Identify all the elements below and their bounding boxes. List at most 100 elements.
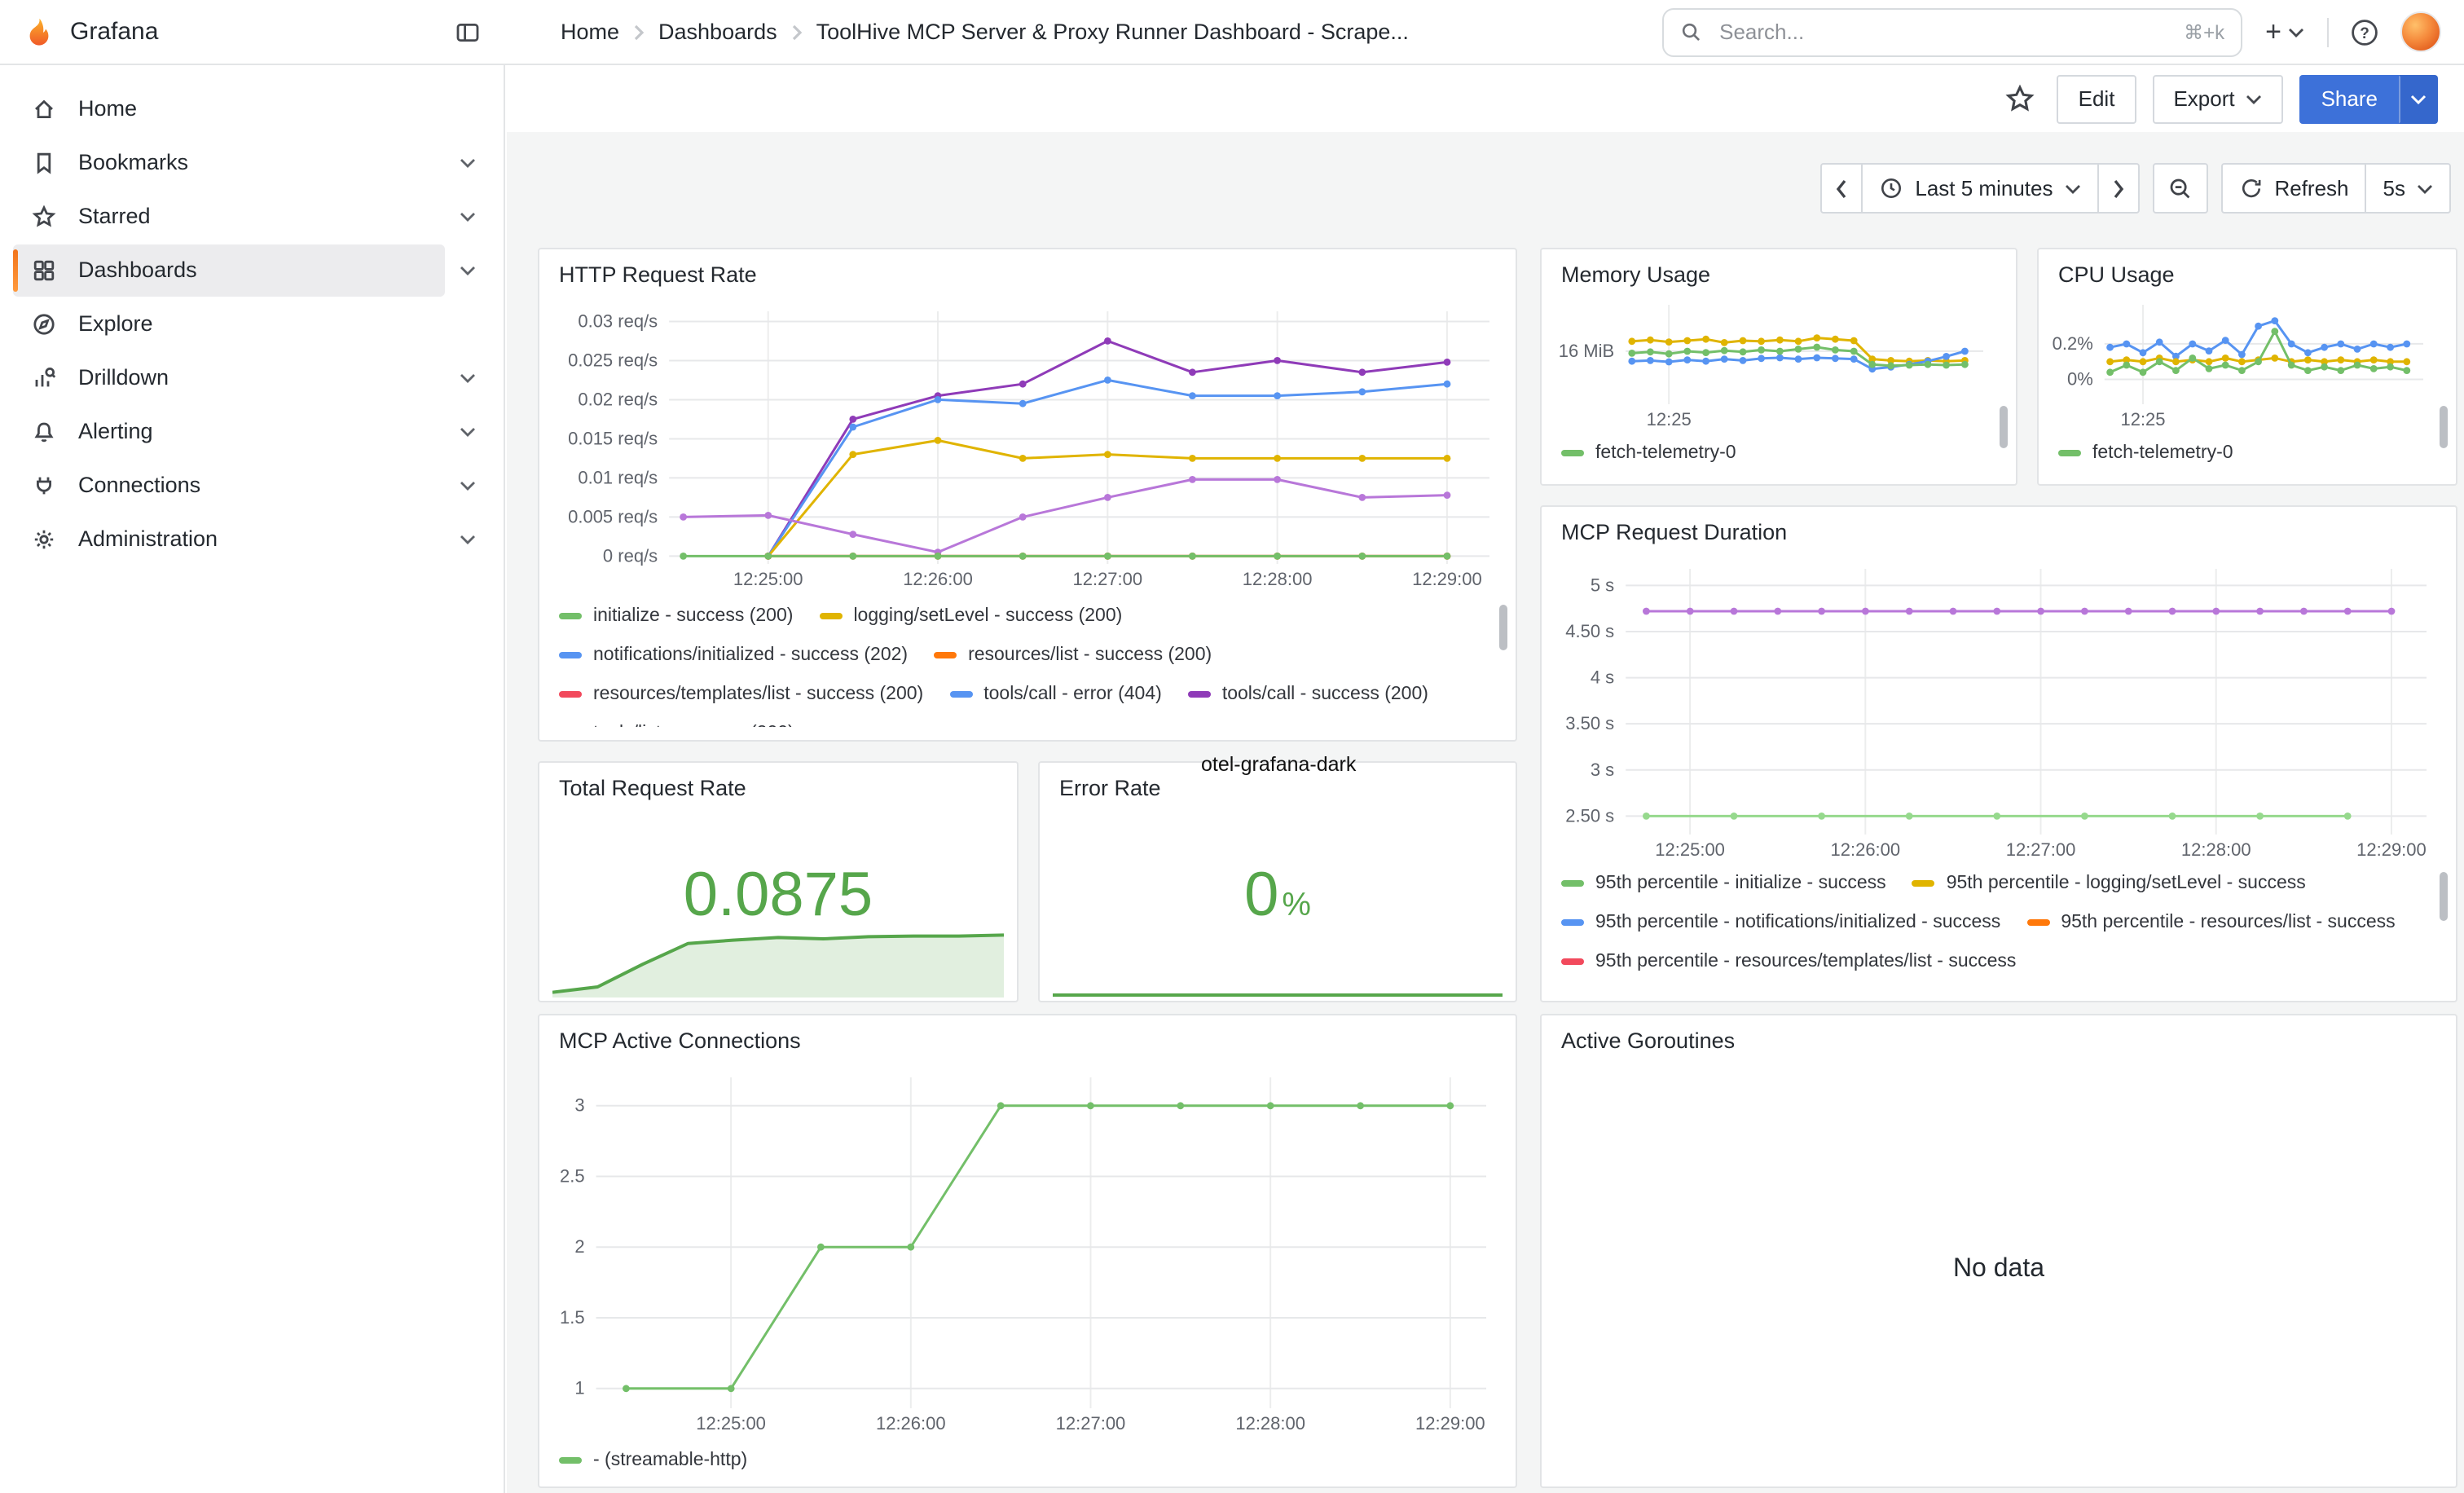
export-button[interactable]: Export	[2152, 74, 2283, 123]
user-avatar[interactable]	[2400, 11, 2441, 52]
legend-swatch	[1561, 958, 1584, 965]
panel-active-goroutines: Active Goroutines No data	[1540, 1014, 2457, 1488]
chevron-down-icon[interactable]	[445, 265, 491, 275]
legend-item[interactable]: 95th percentile - initialize - success	[1561, 872, 1886, 895]
zoom-out-button[interactable]	[2152, 163, 2207, 214]
search-input[interactable]	[1716, 18, 2171, 46]
legend-item[interactable]: tools/list - success (200)	[559, 722, 794, 727]
legend-label: fetch-telemetry-0	[1595, 442, 1736, 465]
legend-scrollbar[interactable]	[2000, 406, 2008, 448]
svg-text:2: 2	[574, 1236, 584, 1257]
chevron-down-icon[interactable]	[445, 157, 491, 167]
svg-text:4 s: 4 s	[1591, 667, 1614, 688]
svg-text:3 s: 3 s	[1591, 760, 1614, 780]
legend-scrollbar[interactable]	[2440, 406, 2448, 448]
legend-item[interactable]: fetch-telemetry-0	[2058, 442, 2233, 465]
chevron-down-icon[interactable]	[445, 426, 491, 436]
chevron-down-icon[interactable]	[445, 480, 491, 490]
svg-text:3.50 s: 3.50 s	[1565, 713, 1614, 733]
time-forward-button[interactable]	[2097, 163, 2139, 214]
legend-label: 95th percentile - resources/list - succe…	[2061, 911, 2395, 934]
sidebar-item-connections: Connections	[13, 458, 491, 512]
sidebar-item-home: Home	[13, 81, 491, 135]
search-box[interactable]: ⌘+k	[1662, 7, 2242, 56]
refresh-label: Refresh	[2274, 176, 2348, 200]
breadcrumb-home[interactable]: Home	[561, 20, 619, 44]
panel-title[interactable]: Memory Usage	[1561, 262, 1710, 287]
time-back-button[interactable]	[1820, 163, 1863, 214]
legend-item[interactable]: 95th percentile - resources/list - succe…	[2026, 911, 2395, 934]
sidebar-toggle-button[interactable]	[450, 14, 486, 50]
panel-title[interactable]: Active Goroutines	[1561, 1028, 1735, 1053]
legend-item[interactable]: tools/call - error (404)	[949, 683, 1162, 706]
mcp-request-duration-chart[interactable]: 12:25:0012:26:0012:27:0012:28:0012:29:00…	[1551, 559, 2440, 862]
sidebar-item-dashboards: Dashboards	[13, 243, 491, 297]
error-rate-sparkline	[1053, 978, 1503, 998]
bookmark-icon	[31, 149, 57, 175]
sidebar-item-dashboards-link[interactable]: Dashboards	[13, 244, 445, 296]
add-new-button[interactable]: +	[2259, 12, 2311, 51]
legend-scrollbar[interactable]	[2440, 872, 2448, 921]
brand[interactable]: Grafana	[23, 15, 158, 48]
legend-item[interactable]: resources/list - success (200)	[934, 644, 1212, 667]
breadcrumb-dashboards[interactable]: Dashboards	[658, 20, 777, 44]
cpu-usage-chart[interactable]: 12:250%0.2%	[2048, 295, 2436, 432]
legend-item[interactable]: initialize - success (200)	[559, 605, 793, 628]
legend-item[interactable]: 95th percentile - notifications/initiali…	[1561, 911, 2000, 934]
panel-title[interactable]: MCP Request Duration	[1561, 520, 1787, 544]
main-area: Edit Export Share	[507, 65, 2464, 1493]
svg-text:1.5: 1.5	[560, 1307, 585, 1328]
chevron-down-icon[interactable]	[445, 534, 491, 544]
panel-title[interactable]: MCP Active Connections	[559, 1028, 801, 1053]
memory-usage-chart[interactable]: 12:2516 MiB	[1551, 295, 1996, 432]
svg-text:?: ?	[2360, 24, 2369, 42]
panel-title[interactable]: Total Request Rate	[559, 776, 746, 800]
legend-item[interactable]: 95th percentile - logging/setLevel - suc…	[1912, 872, 2306, 895]
edit-button[interactable]: Edit	[2057, 74, 2136, 123]
favorite-button[interactable]	[2000, 78, 2041, 119]
sidebar-item-starred-link[interactable]: Starred	[13, 190, 445, 242]
sidebar-item-bookmarks-link[interactable]: Bookmarks	[13, 136, 445, 188]
sidebar-item-drilldown: Drilldown	[13, 350, 491, 404]
legend-item[interactable]: tools/call - success (200)	[1188, 683, 1428, 706]
legend-item[interactable]: 95th percentile - resources/templates/li…	[1561, 950, 2016, 973]
legend-scrollbar[interactable]	[1499, 605, 1507, 650]
legend-item[interactable]: notifications/initialized - success (202…	[559, 644, 908, 667]
legend-item[interactable]: fetch-telemetry-0	[1561, 442, 1736, 465]
sidebar-item-drilldown-link[interactable]: Drilldown	[13, 351, 445, 403]
panel-title[interactable]: HTTP Request Rate	[559, 262, 757, 287]
svg-text:0.015 req/s: 0.015 req/s	[568, 428, 658, 448]
svg-text:0.03 req/s: 0.03 req/s	[578, 310, 658, 331]
mcp-active-connections-chart[interactable]: 12:25:0012:26:0012:27:0012:28:0012:29:00…	[549, 1068, 1499, 1436]
refresh-interval-picker[interactable]: 5s	[2365, 163, 2451, 214]
sidebar-item-label: Administration	[78, 526, 218, 551]
svg-text:12:28:00: 12:28:00	[2181, 839, 2251, 860]
share-button[interactable]: Share	[2300, 74, 2399, 123]
sidebar-item-explore-link[interactable]: Explore	[13, 297, 491, 350]
top-nav: Grafana Home Dashboards ToolHive MCP Ser…	[0, 0, 2464, 65]
cpu-legend: fetch-telemetry-0	[2058, 442, 2433, 468]
sidebar-item-home-link[interactable]: Home	[13, 82, 491, 134]
legend-item[interactable]: logging/setLevel - success (200)	[819, 605, 1122, 628]
svg-text:0.01 req/s: 0.01 req/s	[578, 467, 658, 487]
refresh-button[interactable]: Refresh	[2220, 163, 2366, 214]
chevron-down-icon[interactable]	[445, 211, 491, 221]
share-menu-button[interactable]	[2399, 74, 2438, 123]
panel-title[interactable]: Error Rate	[1059, 776, 1161, 800]
time-controls: Last 5 minutes	[1820, 163, 2451, 214]
svg-text:12:25:00: 12:25:00	[696, 1413, 766, 1434]
http-request-rate-chart[interactable]: 12:25:0012:26:0012:27:0012:28:0012:29:00…	[549, 302, 1503, 592]
legend-item[interactable]: - (streamable-http)	[559, 1449, 747, 1472]
help-button[interactable]: ?	[2345, 12, 2384, 51]
sidebar-item-administration-link[interactable]: Administration	[13, 513, 445, 565]
time-range-picker[interactable]: Last 5 minutes	[1861, 163, 2098, 214]
chevron-down-icon[interactable]	[445, 372, 491, 382]
sidebar-item-connections-link[interactable]: Connections	[13, 459, 445, 511]
chevron-right-icon	[632, 24, 645, 40]
panel-title[interactable]: CPU Usage	[2058, 262, 2175, 287]
sidebar-item-explore: Explore	[13, 297, 491, 350]
sidebar-item-alerting: Alerting	[13, 404, 491, 458]
legend-swatch	[2026, 919, 2049, 926]
legend-item[interactable]: resources/templates/list - success (200)	[559, 683, 923, 706]
sidebar-item-alerting-link[interactable]: Alerting	[13, 405, 445, 457]
